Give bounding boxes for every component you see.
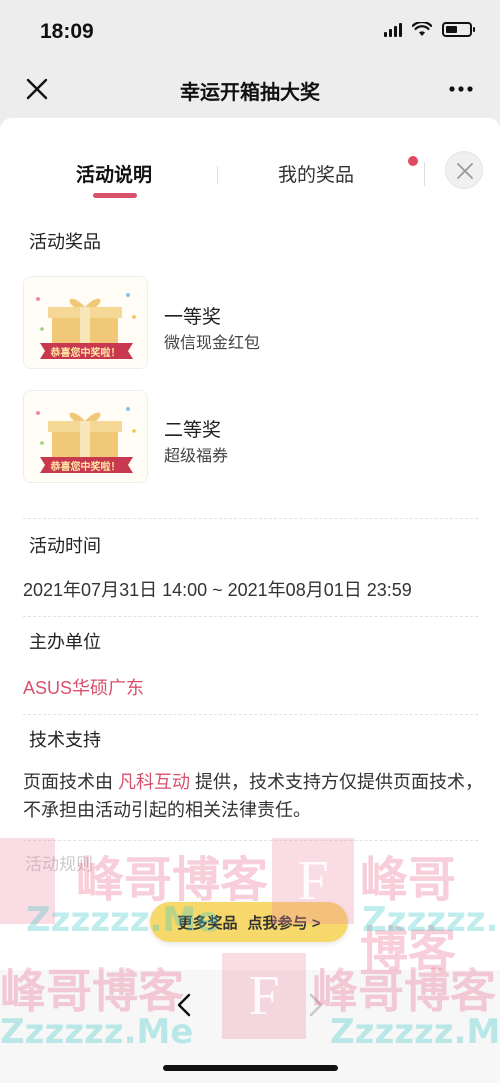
prize-image-second[interactable]: 恭喜您中奖啦！ [23,390,148,483]
nav-bar: 幸运开箱抽大奖 [0,62,500,118]
divider [23,714,478,715]
prize-desc-second: 超级福券 [164,448,229,465]
bottom-toolbar [0,970,500,1083]
prize-image-first[interactable]: 恭喜您中奖啦！ [23,276,148,369]
tech-prefix: 页面技术由 [23,772,119,792]
close-icon [457,163,473,179]
notification-badge [408,156,418,166]
tech-provider-link[interactable]: 凡科互动 [118,772,190,792]
prize-name-first: 一等奖 [164,307,222,328]
section-title-rules: 活动规则 [25,855,93,874]
content-sheet: 活动说明 我的奖品 活动奖品 恭喜您中奖啦！ 一等奖 微信现金红包 恭喜您中奖啦… [0,118,500,1083]
section-title-time: 活动时间 [25,532,105,564]
tech-support-text: 页面技术由 凡科互动 提供，技术支持方仅提供页面技术，不承担由活动引起的相关法律… [23,768,483,824]
join-button[interactable]: 更多奖品 点我参与 > [150,902,348,942]
prize-banner-text: 恭喜您中奖啦！ [50,348,121,359]
section-title-tech: 技术支持 [25,726,105,758]
tab-divider [424,162,425,186]
signal-icon [384,22,402,37]
prize-desc-first: 微信现金红包 [164,335,261,352]
battery-icon [442,22,475,37]
status-icons [384,22,475,37]
wifi-icon [412,22,432,36]
panel-close-button[interactable] [445,151,483,189]
prize-name-second: 二等奖 [164,420,222,441]
activity-time: 2021年07月31日 14:00 ~ 2021年08月01日 23:59 [23,580,412,600]
tab-bar: 活动说明 我的奖品 [0,118,500,204]
home-indicator [163,1065,338,1071]
page-title: 幸运开箱抽大奖 [180,82,320,104]
tab-active-indicator [93,193,137,198]
more-icon[interactable] [446,74,476,104]
section-title-prizes: 活动奖品 [25,228,105,260]
tab-activity-info[interactable]: 活动说明 [76,160,152,187]
divider [23,518,478,519]
more-prizes-label: 更多奖品 [177,914,238,932]
section-title-organizer: 主办单位 [25,628,105,660]
back-arrow-icon[interactable] [170,990,200,1020]
status-bar: 18:09 [0,0,500,62]
divider [23,840,478,841]
prize-banner-text: 恭喜您中奖啦！ [50,462,121,473]
tab-divider [217,166,218,184]
join-label: 点我参与 > [247,914,321,932]
organizer-link[interactable]: ASUS华硕广东 [23,674,144,700]
divider [23,616,478,617]
tab-my-prizes[interactable]: 我的奖品 [278,160,354,187]
forward-arrow-icon[interactable] [300,990,330,1020]
status-time: 18:09 [40,20,94,43]
